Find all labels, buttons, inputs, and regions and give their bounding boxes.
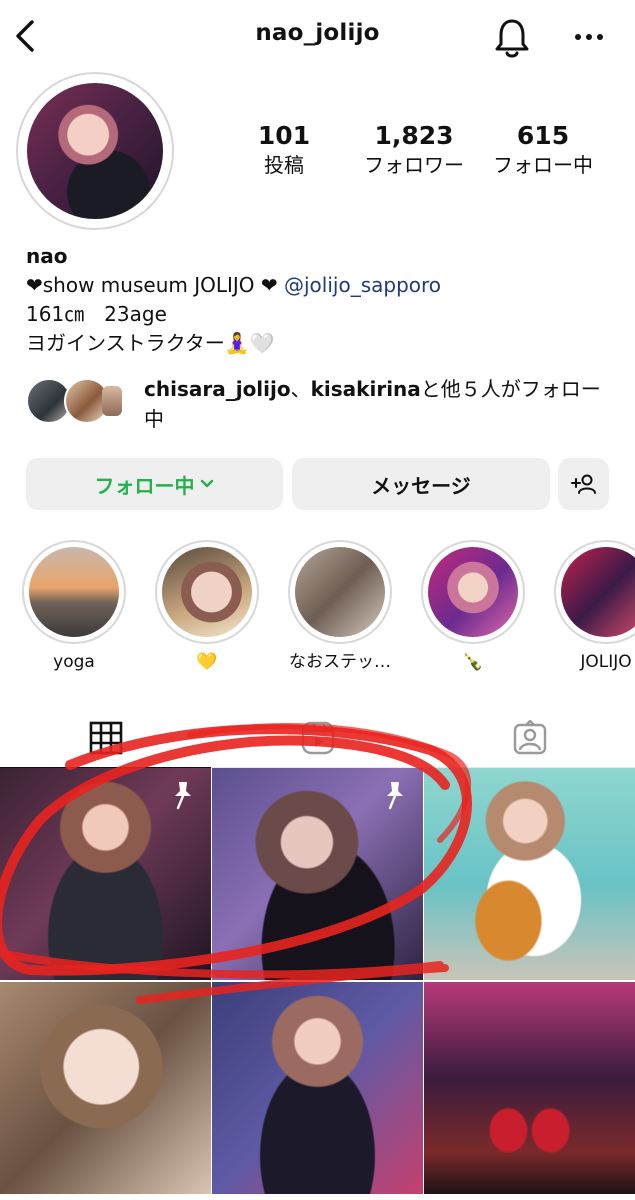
post-image (424, 768, 635, 980)
highlight-jolijo[interactable]: JOLIJO (554, 540, 635, 674)
pin-icon (175, 782, 191, 810)
post-image (212, 982, 423, 1194)
following-button[interactable]: フォロー中 (26, 458, 283, 510)
profile-bio: nao ❤︎show museum JOLIJO ❤︎ @jolijo_sapp… (26, 242, 616, 358)
highlight-cover (295, 547, 385, 637)
highlight-cover (428, 547, 518, 637)
add-user-icon (570, 474, 596, 494)
tab-posts[interactable] (0, 708, 211, 769)
posts-grid (0, 768, 635, 1200)
message-button[interactable]: メッセージ (292, 458, 550, 510)
post-image (424, 982, 635, 1194)
tab-tagged[interactable] (424, 708, 635, 768)
avatar (102, 386, 122, 416)
top-bar: nao_jolijo (0, 0, 635, 76)
highlight-cover (29, 547, 119, 637)
mention-link[interactable]: @jolijo_sapporo (284, 273, 441, 297)
highlight-champagne[interactable]: 🍾 (421, 540, 525, 674)
tagged-icon (513, 720, 546, 755)
highlight-cover (162, 547, 252, 637)
highlight-heart[interactable]: 💛 (155, 540, 259, 674)
posts-count[interactable]: 101 投稿 (250, 120, 318, 178)
profile-name: nao (26, 244, 68, 268)
profile-username: nao_jolijo (255, 20, 380, 46)
bell-icon[interactable] (492, 16, 532, 60)
profile-avatar[interactable] (16, 72, 174, 230)
post-thumbnail[interactable] (0, 768, 211, 980)
tab-reels[interactable] (212, 708, 423, 768)
bio-line-1: ❤︎show museum JOLIJO ❤︎ @jolijo_sapporo (26, 273, 442, 297)
post-thumbnail[interactable] (212, 768, 423, 980)
pin-icon (387, 782, 403, 810)
post-image (0, 982, 211, 1194)
more-horizontal-icon[interactable] (572, 22, 606, 52)
highlight-cover (561, 547, 635, 637)
highlight-sticker[interactable]: なおステッ… (288, 540, 392, 674)
reels-icon (301, 721, 334, 755)
grid-icon (89, 721, 122, 755)
post-thumbnail[interactable] (424, 982, 635, 1194)
highlight-yoga[interactable]: yoga (22, 540, 126, 674)
chevron-down-icon (200, 479, 213, 488)
profile-tabs (0, 708, 635, 769)
followers-count[interactable]: 1,823 フォロワー (356, 120, 472, 178)
post-thumbnail[interactable] (0, 982, 211, 1194)
add-user-button[interactable] (558, 458, 609, 510)
followed-by-text: chisara_jolijo、kisakirinaと他５人がフォロー中 (144, 377, 601, 431)
following-count[interactable]: 615 フォロー中 (486, 120, 600, 178)
post-thumbnail[interactable] (424, 768, 635, 980)
avatar (27, 83, 163, 219)
bio-line-3: ヨガインストラクター🧘‍♀️🤍 (26, 331, 275, 355)
followed-by[interactable]: chisara_jolijo、kisakirinaと他５人がフォロー中 (26, 372, 616, 432)
post-thumbnail[interactable] (212, 982, 423, 1194)
bio-line-2: 161㎝ 23age (26, 302, 167, 326)
